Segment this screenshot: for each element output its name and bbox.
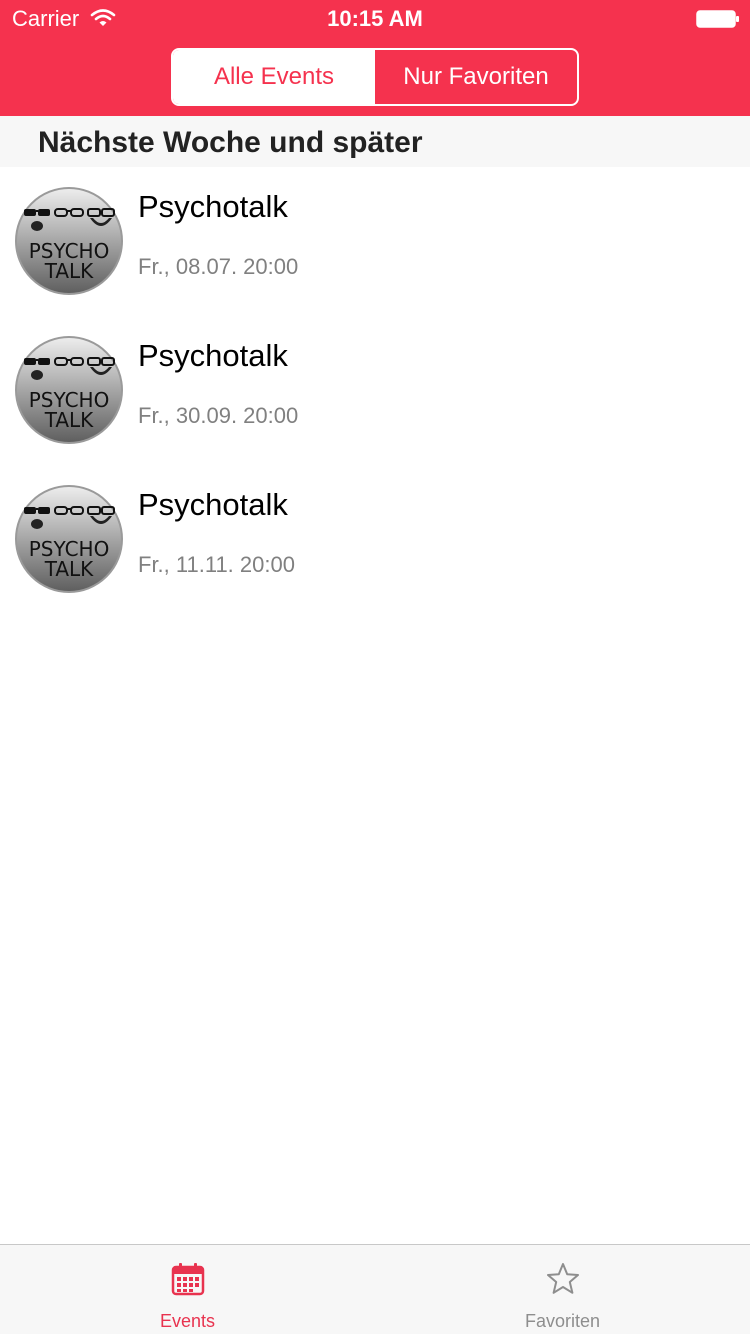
segmented-control: Alle Events Nur Favoriten xyxy=(171,48,579,106)
logo-text-bottom: TALK xyxy=(44,259,94,283)
header: Carrier 10:15 AM Alle Events Nur Favorit… xyxy=(0,0,750,116)
tab-events-label: Events xyxy=(159,1311,216,1331)
event-list: PSYCHO TALK Psychotalk Fr., 08.07. 20:00 xyxy=(0,167,750,614)
tab-bar: Events Favoriten xyxy=(0,1244,750,1334)
tab-favorites[interactable]: Favoriten xyxy=(375,1245,750,1334)
status-bar: Carrier 10:15 AM xyxy=(0,0,750,40)
logo-text-bottom: TALK xyxy=(44,408,94,432)
tab-favorites-label: Favoriten xyxy=(524,1311,601,1331)
event-row[interactable]: PSYCHO TALK Psychotalk Fr., 11.11. 20:00 xyxy=(0,465,750,614)
star-icon xyxy=(546,1263,579,1294)
calendar-icon xyxy=(171,1263,204,1296)
event-title: Psychotalk xyxy=(138,189,288,224)
battery-icon xyxy=(696,10,739,28)
event-date: Fr., 08.07. 20:00 xyxy=(138,254,299,279)
screen: Carrier 10:15 AM Alle Events Nur Favorit… xyxy=(0,0,750,1334)
logo-text-bottom: TALK xyxy=(44,557,94,581)
event-row[interactable]: PSYCHO TALK Psychotalk Fr., 30.09. 20:00 xyxy=(0,316,750,465)
tab-events[interactable]: Events xyxy=(0,1245,375,1334)
psychotalk-logo-icon: PSYCHO TALK xyxy=(15,485,123,593)
event-date: Fr., 11.11. 20:00 xyxy=(138,552,295,577)
section-title: Nächste Woche und später xyxy=(38,126,423,159)
segment-favorites-only[interactable]: Nur Favoriten xyxy=(375,50,577,104)
segment-all-events[interactable]: Alle Events xyxy=(173,50,375,104)
section-header: Nächste Woche und später xyxy=(0,116,750,167)
psychotalk-logo-icon: PSYCHO TALK xyxy=(15,187,123,295)
event-row[interactable]: PSYCHO TALK Psychotalk Fr., 08.07. 20:00 xyxy=(0,167,750,316)
event-date: Fr., 30.09. 20:00 xyxy=(138,403,299,428)
psychotalk-logo-icon: PSYCHO TALK xyxy=(15,336,123,444)
event-title: Psychotalk xyxy=(138,487,288,522)
event-title: Psychotalk xyxy=(138,338,288,373)
clock: 10:15 AM xyxy=(327,6,423,31)
